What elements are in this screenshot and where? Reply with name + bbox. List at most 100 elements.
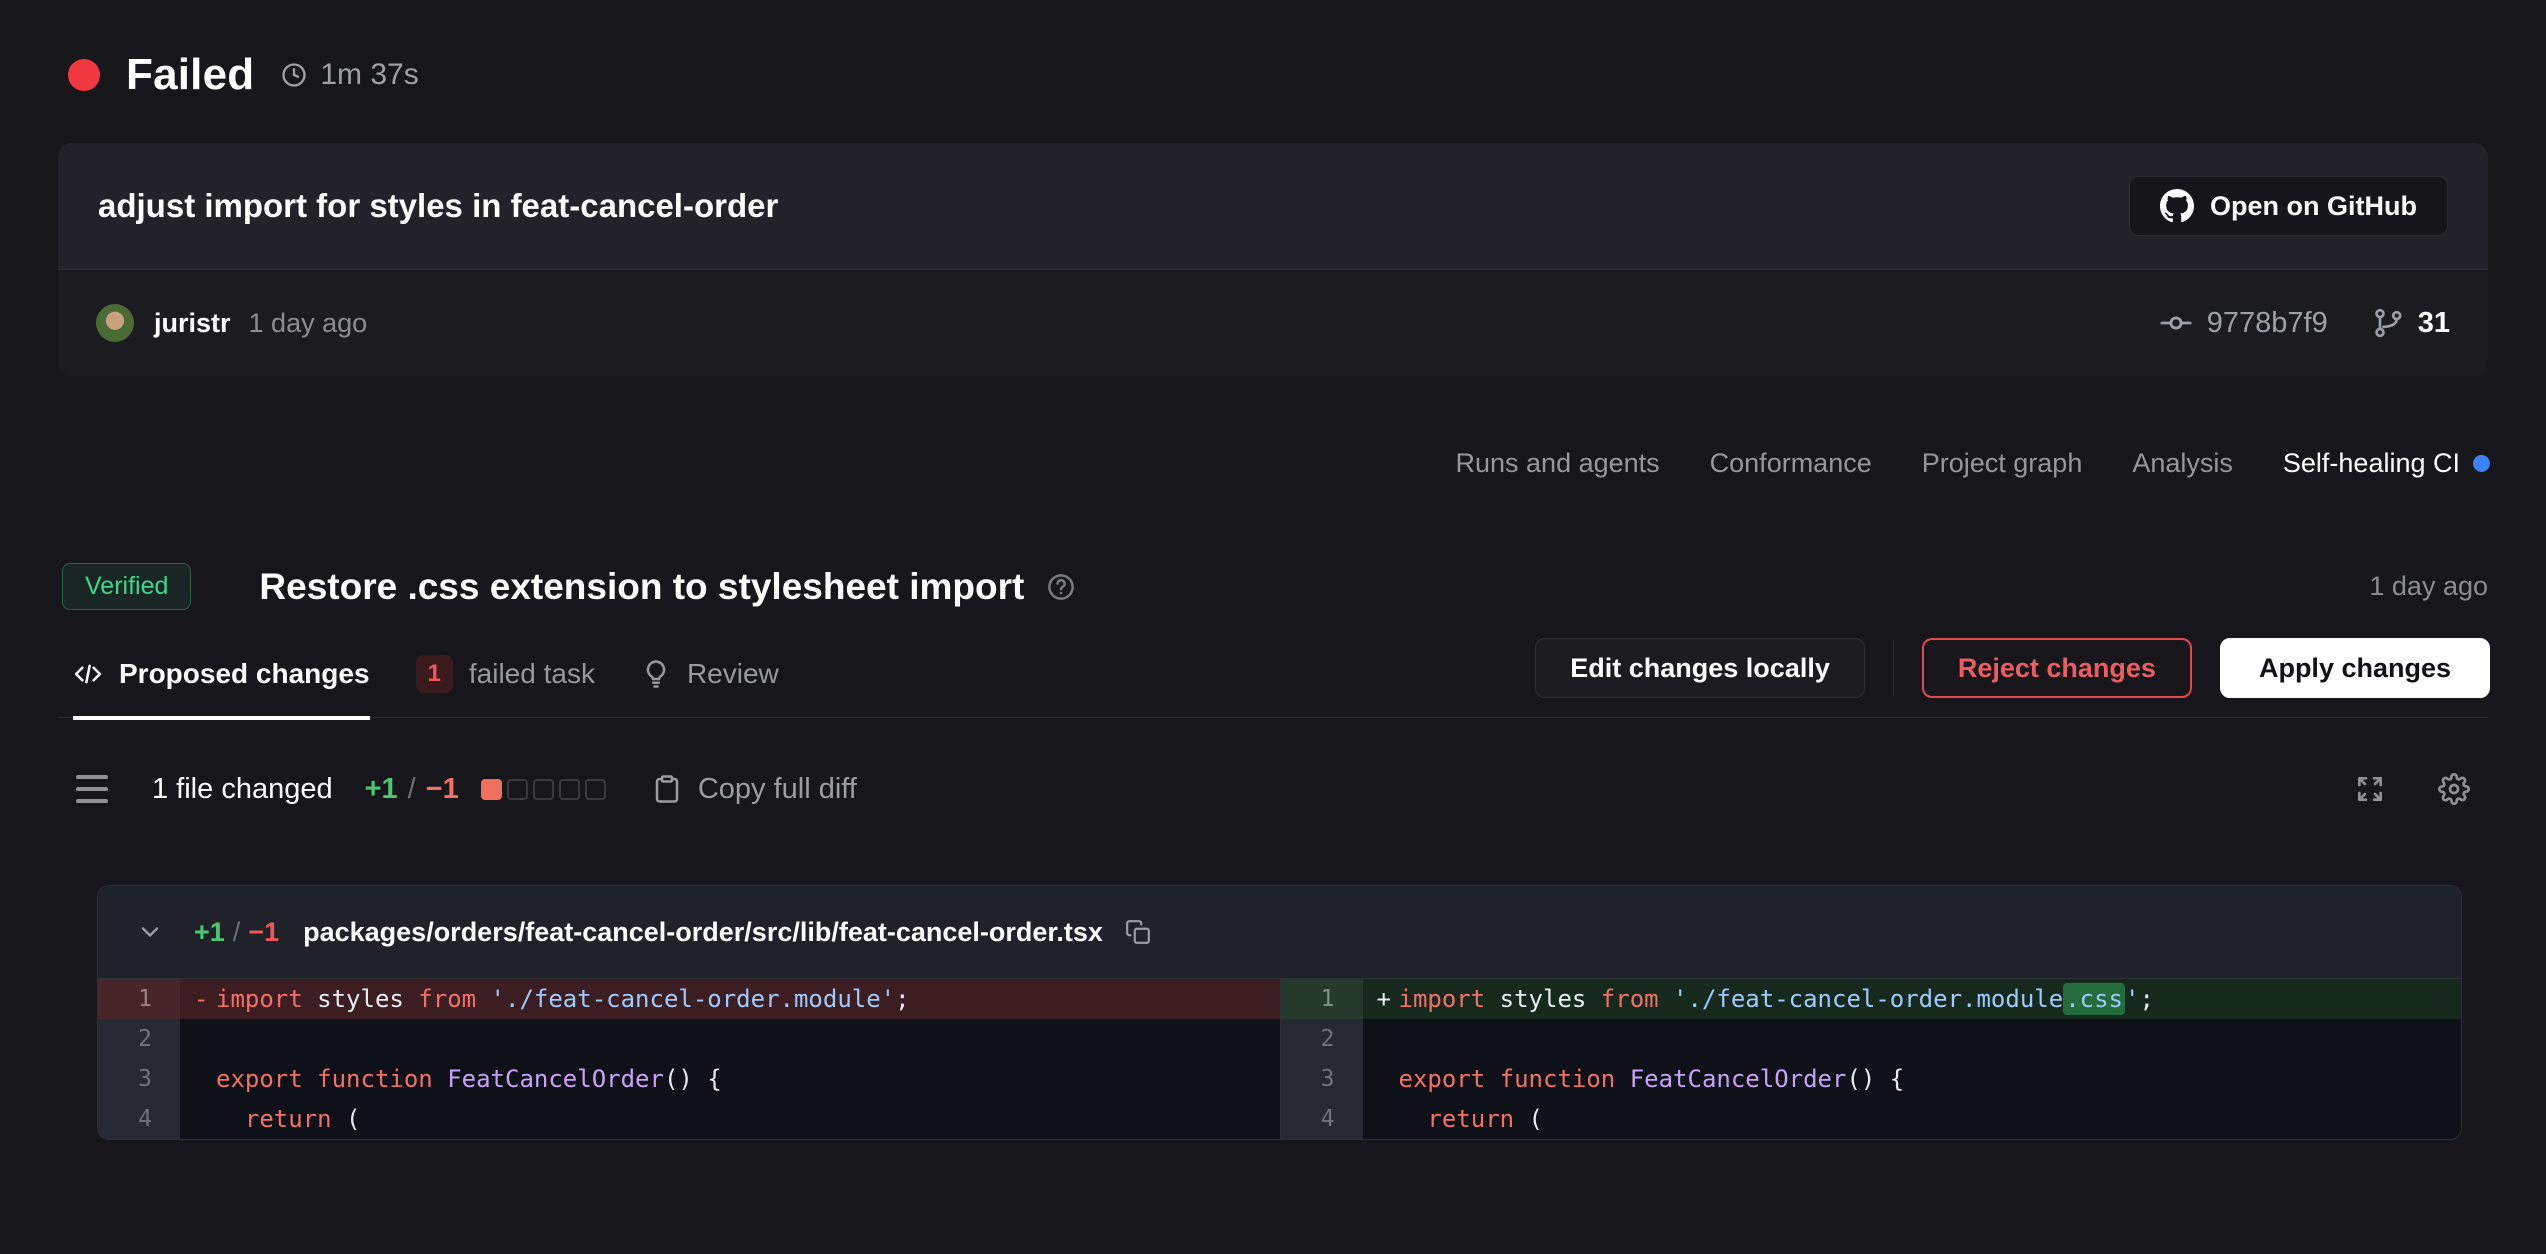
line-number: 4 (98, 1099, 180, 1139)
code-text: export function FeatCancelOrder() { (216, 1059, 1280, 1099)
clipboard-icon (652, 774, 682, 804)
commit-time: 1 day ago (249, 308, 368, 339)
line-number: 1 (1281, 979, 1363, 1019)
ci-duration: 1m 37s (280, 58, 418, 92)
code-text: return ( (216, 1099, 1280, 1139)
diff-marker (180, 1059, 216, 1099)
diff-marker (1363, 1059, 1399, 1099)
nav-item-self-healing-ci[interactable]: Self-healing CI (2283, 448, 2490, 479)
open-on-github-label: Open on GitHub (2210, 191, 2417, 222)
file-stat-separator: / (233, 917, 241, 948)
commit-card-header: adjust import for styles in feat-cancel-… (58, 143, 2488, 270)
code-text: export function FeatCancelOrder() { (1399, 1059, 2462, 1099)
file-path: packages/orders/feat-cancel-order/src/li… (303, 917, 1103, 948)
reject-changes-button[interactable]: Reject changes (1922, 638, 2192, 698)
page: { "colors": { "fail_red": "#f2383f", "ve… (0, 0, 2546, 1254)
diff-toolbar: 1 file changed +1 / −1 Copy full diff (76, 763, 2470, 815)
files-changed-label: 1 file changed (152, 773, 333, 806)
ci-duration-text: 1m 37s (320, 58, 418, 92)
diff-line: 2 (98, 1019, 1280, 1059)
commit-card-footer: juristr 1 day ago 9778b7f9 31 (58, 270, 2488, 376)
commit-title: adjust import for styles in feat-cancel-… (98, 187, 2129, 225)
apply-changes-button[interactable]: Apply changes (2220, 638, 2490, 698)
open-on-github-button[interactable]: Open on GitHub (2129, 176, 2448, 236)
nav-item-runs-and-agents[interactable]: Runs and agents (1456, 448, 1660, 479)
code-text (216, 1019, 1280, 1059)
ci-status-row: Failed 1m 37s (68, 50, 419, 100)
tab-proposed-changes-label: Proposed changes (119, 658, 370, 690)
code-icon (73, 659, 103, 689)
file-deletions: −1 (248, 917, 279, 948)
failed-task-count-badge: 1 (416, 655, 453, 693)
nav-item-project-graph[interactable]: Project graph (1922, 448, 2083, 479)
gear-icon[interactable] (2438, 773, 2470, 805)
fix-title: Restore .css extension to stylesheet imp… (259, 566, 1024, 608)
diff-line: 3 export function FeatCancelOrder() { (98, 1059, 1280, 1099)
edit-changes-locally-button[interactable]: Edit changes locally (1535, 638, 1865, 698)
commit-author[interactable]: juristr (154, 308, 231, 339)
github-icon (2160, 189, 2194, 223)
diff-marker (180, 1099, 216, 1139)
diff-block (507, 779, 528, 800)
code-text: import styles from './feat-cancel-order.… (1399, 979, 2462, 1019)
line-number: 2 (98, 1019, 180, 1059)
commit-card: adjust import for styles in feat-cancel-… (58, 143, 2488, 377)
tab-proposed-changes[interactable]: Proposed changes (73, 630, 370, 718)
diff-block (559, 779, 580, 800)
diff-marker (1363, 1099, 1399, 1139)
line-number: 2 (1281, 1019, 1363, 1059)
line-number: 4 (1281, 1099, 1363, 1139)
diff-block (481, 779, 502, 800)
file-list-menu-icon[interactable] (76, 775, 108, 803)
git-network-icon (2372, 307, 2404, 339)
fix-header: Verified Restore .css extension to style… (62, 563, 2488, 610)
diff-pane-left: 1-import styles from './feat-cancel-orde… (98, 979, 1280, 1139)
diff-file-header[interactable]: +1 / −1 packages/orders/feat-cancel-orde… (98, 886, 2461, 979)
diff-line: 1+import styles from './feat-cancel-orde… (1281, 979, 2462, 1019)
tab-review-label: Review (687, 658, 779, 690)
nav-item-analysis[interactable]: Analysis (2132, 448, 2233, 479)
fix-actions: Edit changes locally Reject changes Appl… (1535, 638, 2490, 698)
clock-icon (280, 61, 308, 89)
copy-full-diff-button[interactable]: Copy full diff (652, 773, 857, 806)
verified-badge: Verified (62, 563, 191, 610)
tab-failed-task-label: failed task (469, 658, 595, 690)
diff-line: 1-import styles from './feat-cancel-orde… (98, 979, 1280, 1019)
line-number: 3 (1281, 1059, 1363, 1099)
avatar[interactable] (96, 304, 134, 342)
ci-status-label: Failed (126, 50, 254, 100)
fix-time: 1 day ago (2369, 571, 2488, 602)
copy-path-icon[interactable] (1125, 919, 1151, 945)
diff-marker (1363, 1019, 1399, 1059)
diff-block (585, 779, 606, 800)
expand-icon[interactable] (2354, 773, 2386, 805)
branch-count: 31 (2418, 307, 2450, 340)
chevron-down-icon[interactable] (136, 918, 164, 946)
file-additions: +1 (194, 917, 225, 948)
nav-item-label: Self-healing CI (2283, 448, 2460, 479)
copy-full-diff-label: Copy full diff (698, 773, 857, 806)
diff-file-card: +1 / −1 packages/orders/feat-cancel-orde… (97, 885, 2462, 1140)
actions-divider (1893, 640, 1894, 696)
code-text (1399, 1019, 2462, 1059)
failed-status-dot (68, 59, 100, 91)
commit-sha-wrap[interactable]: 9778b7f9 (2159, 306, 2328, 340)
line-number: 3 (98, 1059, 180, 1099)
diff-line: 4 return ( (1281, 1099, 2462, 1139)
tab-review[interactable]: Review (641, 630, 779, 718)
lightbulb-icon (641, 659, 671, 689)
nav-item-conformance[interactable]: Conformance (1710, 448, 1872, 479)
tab-failed-task[interactable]: 1 failed task (416, 630, 595, 718)
diff-deletions: −1 (426, 773, 459, 806)
diff-line: 2 (1281, 1019, 2462, 1059)
branch-count-wrap[interactable]: 31 (2372, 307, 2450, 340)
diff-stat-separator: / (408, 773, 416, 806)
active-nav-dot-icon (2473, 455, 2490, 472)
diff-marker: - (180, 979, 216, 1019)
diff-toolbar-icons (2354, 773, 2470, 805)
diff-marker (180, 1019, 216, 1059)
help-circle-icon[interactable] (1046, 572, 1076, 602)
code-text: return ( (1399, 1099, 2462, 1139)
commit-meta: 9778b7f9 31 (2159, 306, 2450, 340)
commit-sha: 9778b7f9 (2207, 307, 2328, 340)
